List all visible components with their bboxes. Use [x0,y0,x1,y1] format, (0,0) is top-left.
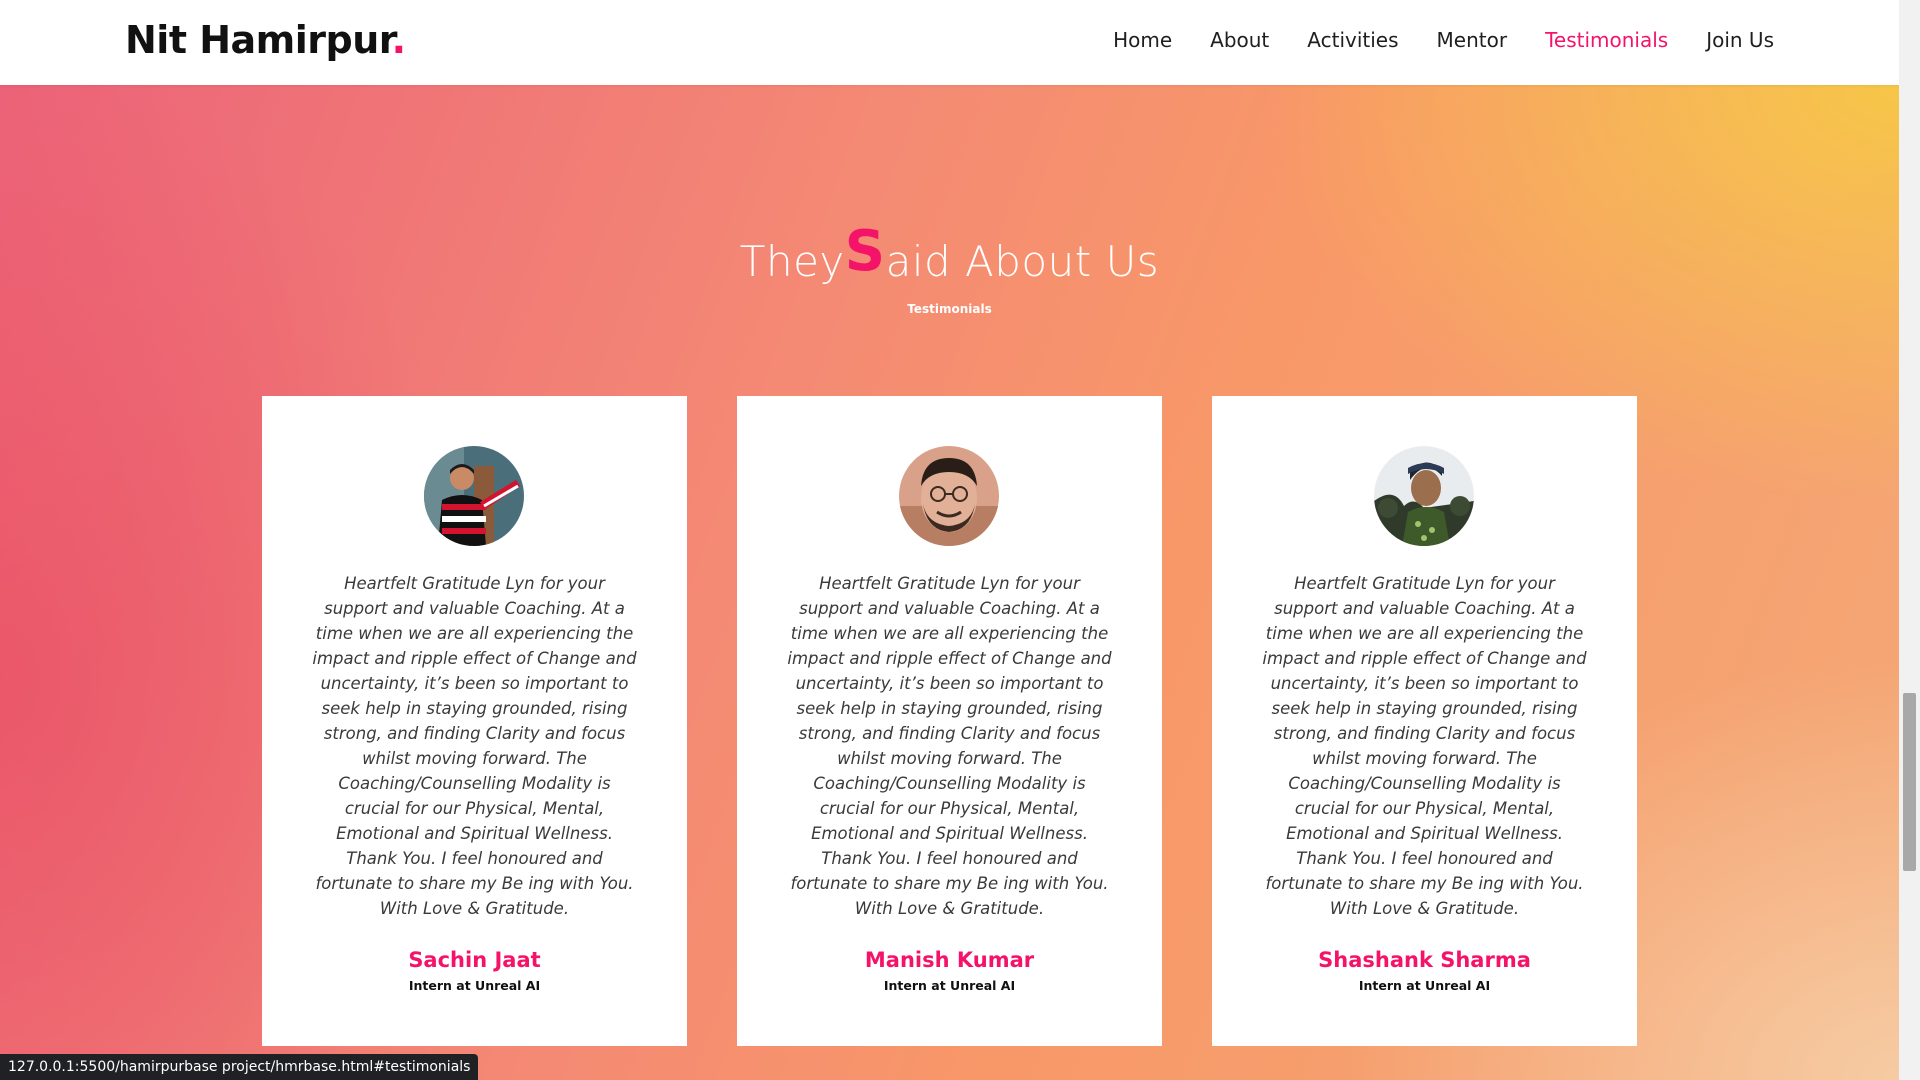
testimonial-card: Heartfelt Gratitude Lyn for your support… [1212,396,1637,1046]
testimonial-name: Manish Kumar [864,948,1035,972]
testimonial-quote: Heartfelt Gratitude Lyn for your support… [787,574,1112,918]
testimonial-role: Intern at Unreal AI [1358,978,1491,993]
nav-link-mentor[interactable]: Mentor [1437,28,1508,52]
avatar-photo [424,446,524,546]
nav-link-join-us[interactable]: Join Us [1706,28,1774,52]
title-post: aid About Us [885,237,1160,286]
scrollbar-thumb[interactable] [1903,693,1916,871]
nav-links: Home About Activities Mentor Testimonial… [1113,28,1774,52]
avatar [899,446,999,546]
avatar-photo [899,446,999,546]
testimonial-card: Heartfelt Gratitude Lyn for your support… [737,396,1162,1046]
testimonial-quote: Heartfelt Gratitude Lyn for your support… [312,574,637,918]
testimonial-role: Intern at Unreal AI [408,978,541,993]
title-accent-letter: S [844,219,886,284]
section-subtitle: Testimonials [907,302,992,316]
nav-link-home[interactable]: Home [1113,28,1172,52]
testimonial-role: Intern at Unreal AI [883,978,1016,993]
brand-logo[interactable]: Nit Hamirpur. [125,18,406,62]
title-pre: They [739,237,845,286]
testimonial-name: Sachin Jaat [408,948,541,972]
avatar-photo [1374,446,1474,546]
brand-name: Nit Hamirpur [125,18,392,62]
testimonial-name: Shashank Sharma [1318,948,1531,972]
section-title: TheySaid About Us [0,219,1899,290]
testimonial-card: Heartfelt Gratitude Lyn for your support… [262,396,687,1046]
navbar: Nit Hamirpur. Home About Activities Ment… [0,0,1899,85]
testimonial-quote: Heartfelt Gratitude Lyn for your support… [1262,574,1587,918]
page-scrollbar[interactable] [1899,0,1920,1080]
avatar [1374,446,1474,546]
brand-dot: . [391,18,406,62]
browser-status-url: 127.0.0.1:5500/hamirpurbase project/hmrb… [0,1054,479,1080]
nav-link-testimonials[interactable]: Testimonials [1545,28,1668,52]
testimonials-section: TheySaid About Us Testimonials Heartfelt… [0,85,1899,1080]
nav-link-activities[interactable]: Activities [1307,28,1398,52]
avatar [424,446,524,546]
nav-link-about[interactable]: About [1210,28,1269,52]
testimonial-cards: Heartfelt Gratitude Lyn for your support… [262,396,1637,1046]
